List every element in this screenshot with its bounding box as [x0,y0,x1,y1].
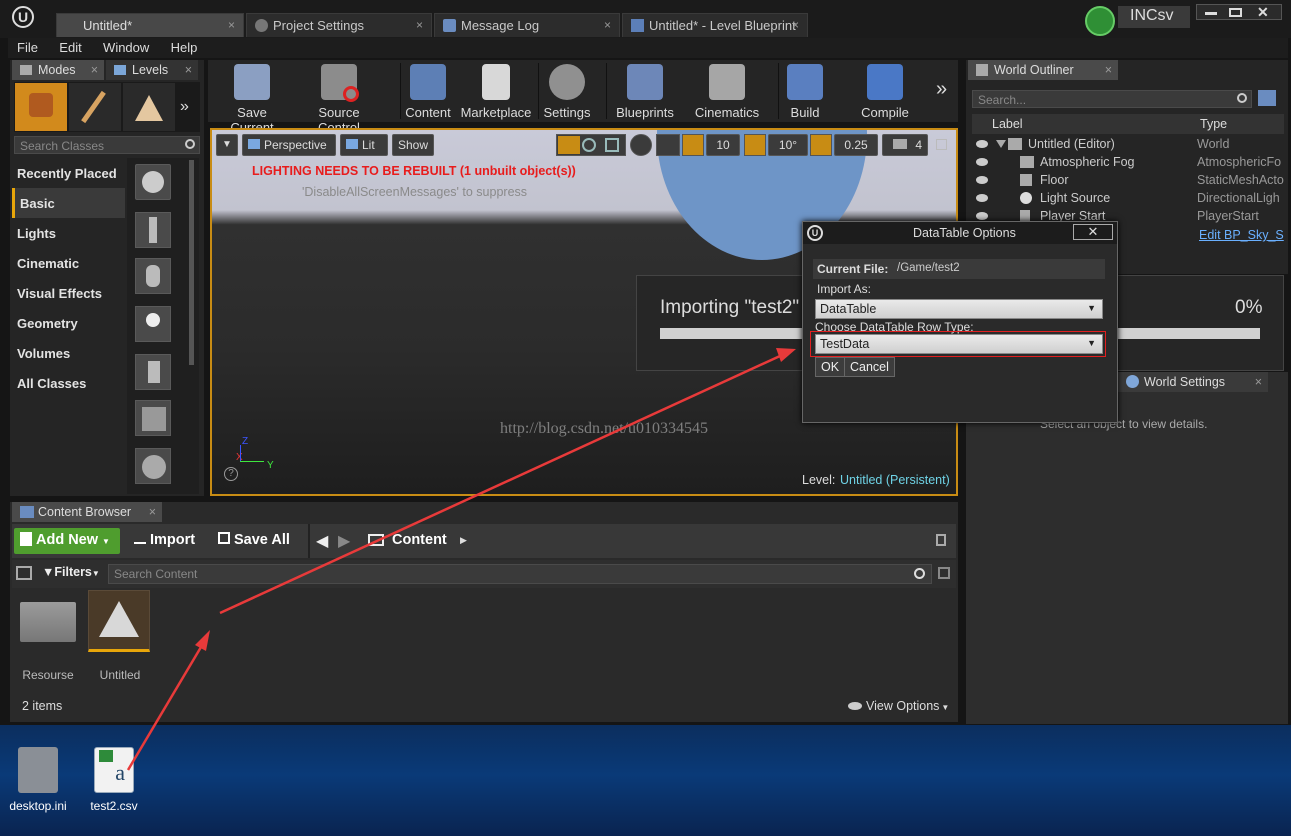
annotation-arrow [219,348,796,615]
annotation-arrow [126,630,210,771]
annotation-arrows [126,348,796,771]
